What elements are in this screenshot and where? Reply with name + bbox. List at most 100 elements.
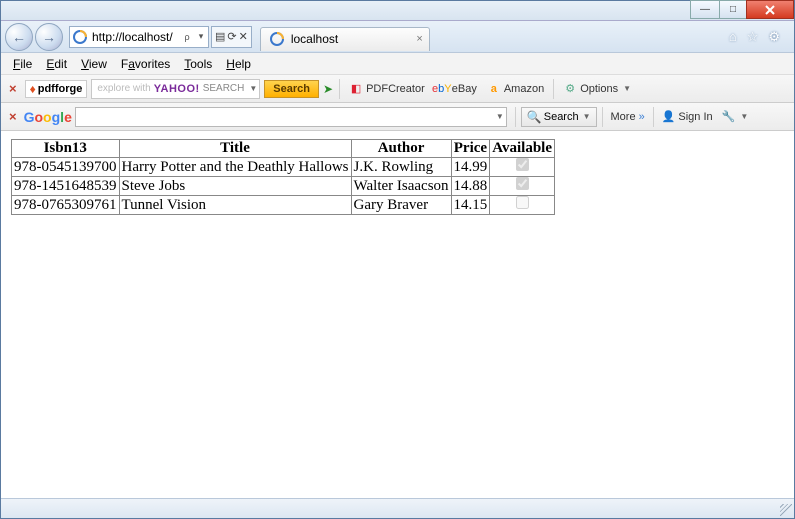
cell-isbn: 978-1451648539 (12, 177, 120, 196)
chevron-down-icon: ▼ (583, 112, 591, 121)
cell-title: Tunnel Vision (119, 196, 351, 215)
wrench-button[interactable]: 🔧 ▼ (719, 110, 752, 123)
menu-view[interactable]: ViewView (75, 55, 113, 73)
cell-available (490, 158, 555, 177)
favorites-icon[interactable]: ☆ (747, 29, 759, 45)
tab-bar: localhost × (260, 23, 430, 51)
minimize-button[interactable]: — (690, 0, 720, 19)
google-search-input[interactable] (75, 107, 507, 127)
url-input[interactable] (90, 30, 180, 44)
col-isbn: Isbn13 (12, 140, 120, 158)
menu-favorites[interactable]: FavoritesFavorites (115, 55, 176, 73)
magnifier-icon: 🔍 (527, 110, 542, 124)
resize-grip[interactable] (780, 504, 792, 516)
menu-tools[interactable]: ToolsTools (178, 55, 218, 73)
google-input-dropdown-icon[interactable]: ▼ (496, 112, 504, 121)
page-content: Isbn13 Title Author Price Available 978-… (1, 131, 794, 223)
command-icons: ⌂ ☆ ⚙ (729, 29, 790, 45)
col-author: Author (351, 140, 451, 158)
pdfforge-label: pdfforge (38, 83, 83, 95)
flame-icon: ♦ (30, 82, 36, 96)
menu-help[interactable]: HelpHelp (220, 55, 257, 73)
cell-author: J.K. Rowling (351, 158, 451, 177)
window-buttons: — □ (691, 0, 794, 19)
col-available: Available (490, 140, 555, 158)
cell-available (490, 177, 555, 196)
separator (553, 79, 554, 99)
options-dropdown-icon: ▼ (623, 84, 631, 93)
close-window-button[interactable] (746, 0, 794, 19)
toolbar-close-icon[interactable]: × (5, 81, 21, 96)
refresh-button[interactable]: ⟳ (227, 30, 236, 43)
wrench-icon: 🔧 (722, 110, 736, 123)
forward-button[interactable]: → (35, 23, 63, 51)
available-checkbox (516, 158, 529, 171)
more-label: More (611, 111, 636, 123)
toolbar-close-icon[interactable]: × (5, 109, 21, 124)
cell-author: Gary Braver (351, 196, 451, 215)
google-toolbar: × Google Google ▼ 🔍 Search ▼ More » 👤 Si… (1, 103, 794, 131)
ebay-link[interactable]: ebY eBay (432, 82, 480, 96)
refresh-stop-box: ▤ ⟳ ✕ (211, 26, 252, 48)
maximize-button[interactable]: □ (719, 0, 747, 19)
table-row: 978-0765309761Tunnel VisionGary Braver14… (12, 196, 555, 215)
amazon-label: Amazon (504, 83, 544, 95)
pdfforge-toolbar: × ♦ pdfforge explore with YAHOO! SEARCH … (1, 75, 794, 103)
address-dropdown-icon[interactable]: ▾ (194, 31, 208, 42)
google-logo[interactable]: Google Google (24, 109, 72, 125)
signin-link[interactable]: 👤 Sign In (659, 110, 716, 123)
tab-close-icon[interactable]: × (416, 33, 422, 45)
amazon-link[interactable]: a Amazon (484, 82, 547, 96)
tab-localhost[interactable]: localhost × (260, 27, 430, 51)
separator (653, 107, 654, 127)
cell-price: 14.15 (451, 196, 490, 215)
menu-bar: FFileile EditEdit ViewView FavoritesFavo… (1, 53, 794, 75)
pdfforge-logo[interactable]: ♦ pdfforge (25, 80, 88, 98)
ie-icon (72, 29, 88, 45)
cell-isbn: 978-0765309761 (12, 196, 120, 215)
tools-icon[interactable]: ⚙ (768, 29, 780, 45)
compat-icon[interactable]: ▤ (215, 30, 225, 43)
books-table: Isbn13 Title Author Price Available 978-… (11, 139, 555, 215)
tab-title: localhost (291, 32, 338, 46)
cell-author: Walter Isaacson (351, 177, 451, 196)
yahoo-search-box[interactable]: explore with YAHOO! SEARCH ▼ (91, 79, 260, 99)
nav-bar: ← → ρ ▾ ▤ ⟳ ✕ localhost × ⌂ ☆ ⚙ (1, 21, 794, 53)
yahoo-logo: YAHOO! (154, 83, 200, 95)
yahoo-dropdown-icon[interactable]: ▼ (249, 84, 257, 93)
available-checkbox (516, 177, 529, 190)
cell-price: 14.88 (451, 177, 490, 196)
cell-price: 14.99 (451, 158, 490, 177)
cell-title: Harry Potter and the Deathly Hallows (119, 158, 351, 177)
home-icon[interactable]: ⌂ (729, 29, 737, 45)
ebay-label: eBay (452, 83, 477, 95)
more-icon: » (639, 111, 645, 123)
pdf-icon: ◧ (349, 82, 363, 96)
yahoo-placeholder: explore with (94, 83, 153, 94)
search-dropdown-icon[interactable]: ρ (180, 32, 194, 42)
google-search-button[interactable]: 🔍 Search ▼ (521, 107, 597, 127)
yahoo-search-label: SEARCH (200, 83, 248, 94)
signin-label: Sign In (678, 111, 712, 123)
menu-file[interactable]: FFileile (7, 55, 38, 73)
ebay-icon: ebY (435, 82, 449, 96)
pdfcreator-link[interactable]: ◧ PDFCreator (346, 82, 428, 96)
gear-icon: ⚙ (563, 82, 577, 96)
pdfcreator-label: PDFCreator (366, 83, 425, 95)
back-button[interactable]: ← (5, 23, 33, 51)
separator (515, 107, 516, 127)
chevron-down-icon: ▼ (740, 112, 748, 121)
address-bar[interactable]: ρ ▾ (69, 26, 209, 48)
search-arrow-icon[interactable]: ➤ (323, 82, 333, 96)
menu-edit[interactable]: EditEdit (40, 55, 73, 73)
cell-title: Steve Jobs (119, 177, 351, 196)
col-title: Title (119, 140, 351, 158)
cell-available (490, 196, 555, 215)
stop-button[interactable]: ✕ (239, 30, 248, 43)
search-button[interactable]: Search (264, 80, 319, 98)
table-header-row: Isbn13 Title Author Price Available (12, 140, 555, 158)
options-link[interactable]: ⚙ Options ▼ (560, 82, 634, 96)
google-search-label: Search (544, 111, 579, 123)
table-row: 978-1451648539Steve JobsWalter Isaacson1… (12, 177, 555, 196)
more-link[interactable]: More » (608, 111, 648, 123)
